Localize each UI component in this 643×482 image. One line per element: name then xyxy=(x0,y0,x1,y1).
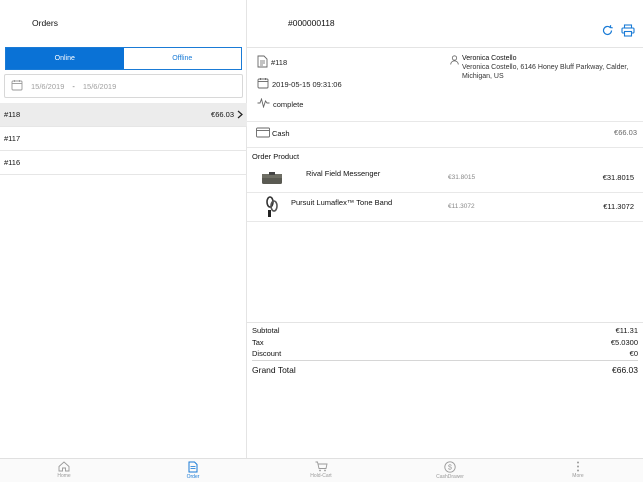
order-amount: €66.03 xyxy=(211,110,234,119)
orders-title: Orders xyxy=(32,18,58,28)
order-number-row: #118 xyxy=(257,55,287,70)
print-icon[interactable] xyxy=(621,24,635,42)
customer-info: Veronica Costello Veronica Costello, 614… xyxy=(450,54,643,81)
payment-method: Cash xyxy=(272,129,290,138)
product-row: Pursuit Lumaflex™ Tone Band €11.3072 €11… xyxy=(247,193,643,222)
date-separator: - xyxy=(72,81,75,91)
header-actions xyxy=(601,24,635,42)
product-name: Pursuit Lumaflex™ Tone Band xyxy=(291,198,393,207)
document-icon xyxy=(257,55,268,70)
order-number: #118 xyxy=(271,58,288,67)
tax-label: Tax xyxy=(252,338,264,347)
order-list: #118 €66.03 #117 #116 xyxy=(0,103,247,175)
header-divider xyxy=(247,47,643,48)
order-row-116[interactable]: #116 xyxy=(0,151,247,175)
tab-online[interactable]: Online xyxy=(6,48,124,69)
grand-total-label: Grand Total xyxy=(252,365,296,375)
customer-name: Veronica Costello xyxy=(462,55,517,62)
more-vertical-icon xyxy=(577,461,579,472)
discount-label: Discount xyxy=(252,349,282,358)
bottom-tab-bar: Home Order Hold-Cart $ CashDrawer More xyxy=(0,458,643,482)
tab-order-label: Order xyxy=(186,474,200,480)
customer-address: Veronica Costello, 6146 Honey Bluff Park… xyxy=(462,64,629,80)
dollar-icon: $ xyxy=(444,461,456,473)
product-image-band xyxy=(265,196,279,223)
credit-card-icon xyxy=(256,127,270,140)
date-from[interactable]: 15/6/2019 xyxy=(31,82,64,91)
payment-method-row: Cash xyxy=(256,127,290,140)
calendar-icon xyxy=(11,79,23,93)
product-total: €31.8015 xyxy=(602,173,634,182)
subtotal-label: Subtotal xyxy=(252,326,280,335)
summary-divider xyxy=(247,322,643,323)
tab-hold-cart-label: Hold-Cart xyxy=(310,473,332,479)
app-root: Orders Online Offline 15/6/2019 - 15/6/2… xyxy=(0,0,643,482)
discount-value: €0 xyxy=(629,349,638,358)
tab-offline[interactable]: Offline xyxy=(123,48,241,69)
subtotal-value: €11.31 xyxy=(615,326,638,335)
tax-row: Tax €5.0300 xyxy=(252,338,638,347)
order-date-row: 2019-05-15 09:31:06 xyxy=(257,77,342,91)
tax-value: €5.0300 xyxy=(610,338,638,347)
subtotal-row: Subtotal €11.31 xyxy=(252,326,638,335)
tab-home[interactable]: Home xyxy=(34,461,94,479)
order-status-row: complete xyxy=(257,97,304,110)
divider xyxy=(247,121,643,122)
tab-cash-drawer[interactable]: $ CashDrawer xyxy=(420,461,480,480)
order-row-117[interactable]: #117 xyxy=(0,127,247,151)
document-icon xyxy=(188,461,198,473)
date-range-filter[interactable]: 15/6/2019 - 15/6/2019 xyxy=(4,74,243,98)
tab-more-label: More xyxy=(572,473,584,479)
online-offline-toggle: Online Offline xyxy=(5,47,242,70)
tab-hold-cart[interactable]: Hold-Cart xyxy=(291,461,351,479)
order-row-118[interactable]: #118 €66.03 xyxy=(0,103,247,127)
grand-total-divider xyxy=(252,360,638,361)
orders-panel: Orders Online Offline 15/6/2019 - 15/6/2… xyxy=(0,0,247,458)
product-total: €11.3072 xyxy=(603,202,634,211)
tab-cash-drawer-label: CashDrawer xyxy=(436,474,464,480)
grand-total-value: €66.03 xyxy=(612,365,638,375)
svg-text:$: $ xyxy=(448,465,452,472)
chevron-right-icon xyxy=(237,110,243,121)
activity-icon xyxy=(257,97,270,110)
order-status: complete xyxy=(273,99,304,109)
order-header-id: #000000118 xyxy=(288,18,335,28)
tab-order[interactable]: Order xyxy=(163,461,223,480)
product-name: Rival Field Messenger xyxy=(306,169,381,178)
tab-home-label: Home xyxy=(57,473,71,479)
user-icon xyxy=(450,55,459,65)
date-to[interactable]: 15/6/2019 xyxy=(83,82,116,91)
order-id: #116 xyxy=(4,158,21,167)
discount-row: Discount €0 xyxy=(252,349,638,358)
grand-total-row: Grand Total €66.03 xyxy=(252,365,638,375)
order-id: #118 xyxy=(4,110,21,119)
calendar-icon xyxy=(257,77,269,91)
home-icon xyxy=(58,461,70,472)
order-id: #117 xyxy=(4,134,21,143)
product-row: Rival Field Messenger €31.8015 €31.8015 xyxy=(247,164,643,193)
divider xyxy=(247,147,643,148)
cart-icon xyxy=(315,461,328,472)
product-image-bag xyxy=(261,171,283,190)
order-product-title: Order Product xyxy=(252,152,300,161)
product-price: €31.8015 xyxy=(448,174,476,181)
payment-amount: €66.03 xyxy=(614,128,637,137)
tab-more[interactable]: More xyxy=(548,461,608,479)
order-date: 2019-05-15 09:31:06 xyxy=(272,79,342,89)
refresh-icon[interactable] xyxy=(601,24,614,42)
product-price: €11.3072 xyxy=(448,203,475,210)
